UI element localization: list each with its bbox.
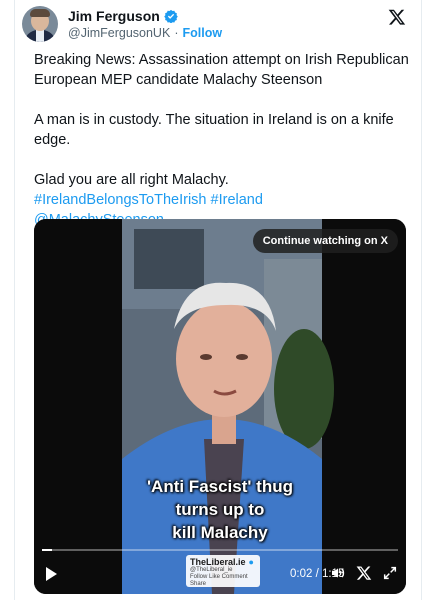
author-handle-row: @JimFergusonUK · Follow — [68, 26, 223, 40]
video-progress-fill — [42, 549, 52, 551]
follow-button[interactable]: Follow — [182, 26, 222, 40]
fullscreen-icon[interactable] — [382, 565, 398, 581]
video-caption-line-3: kill Malachy — [172, 523, 268, 542]
author-display-name[interactable]: Jim Ferguson — [68, 8, 160, 24]
hashtag-ireland[interactable]: #Ireland — [211, 192, 263, 208]
tweet-header: Jim Ferguson @JimFergusonUK · Follow — [20, 4, 420, 48]
tweet-paragraph-2: A man is in custody. The situation in Ir… — [34, 112, 394, 148]
tweet-paragraph-1: Breaking News: Assassination attempt on … — [34, 52, 409, 88]
x-logo-icon[interactable] — [388, 8, 406, 26]
video-caption-line-2: turns up to — [175, 500, 265, 519]
volume-icon[interactable] — [330, 565, 346, 581]
tweet-line-glad: Glad you are all right Malachy. — [34, 172, 229, 188]
video-progress-bar[interactable] — [42, 549, 398, 551]
video-player[interactable]: Continue watching on X 'Anti Fascist' th… — [34, 219, 406, 594]
author-name-row: Jim Ferguson — [68, 8, 178, 24]
play-icon[interactable] — [46, 567, 57, 581]
video-controls: 0:02 / 1:15 — [34, 557, 406, 591]
tweet-text: Breaking News: Assassination attempt on … — [34, 50, 414, 230]
continue-watching-button[interactable]: Continue watching on X — [252, 229, 398, 253]
hashtag-ireland-belongs[interactable]: #IrelandBelongsToTheIrish — [34, 192, 207, 208]
avatar[interactable] — [22, 6, 58, 42]
video-caption-line-1: 'Anti Fascist' thug — [147, 477, 293, 496]
verified-badge-icon — [164, 9, 178, 23]
x-logo-small-icon[interactable] — [356, 565, 372, 581]
author-handle[interactable]: @JimFergusonUK — [68, 26, 170, 40]
